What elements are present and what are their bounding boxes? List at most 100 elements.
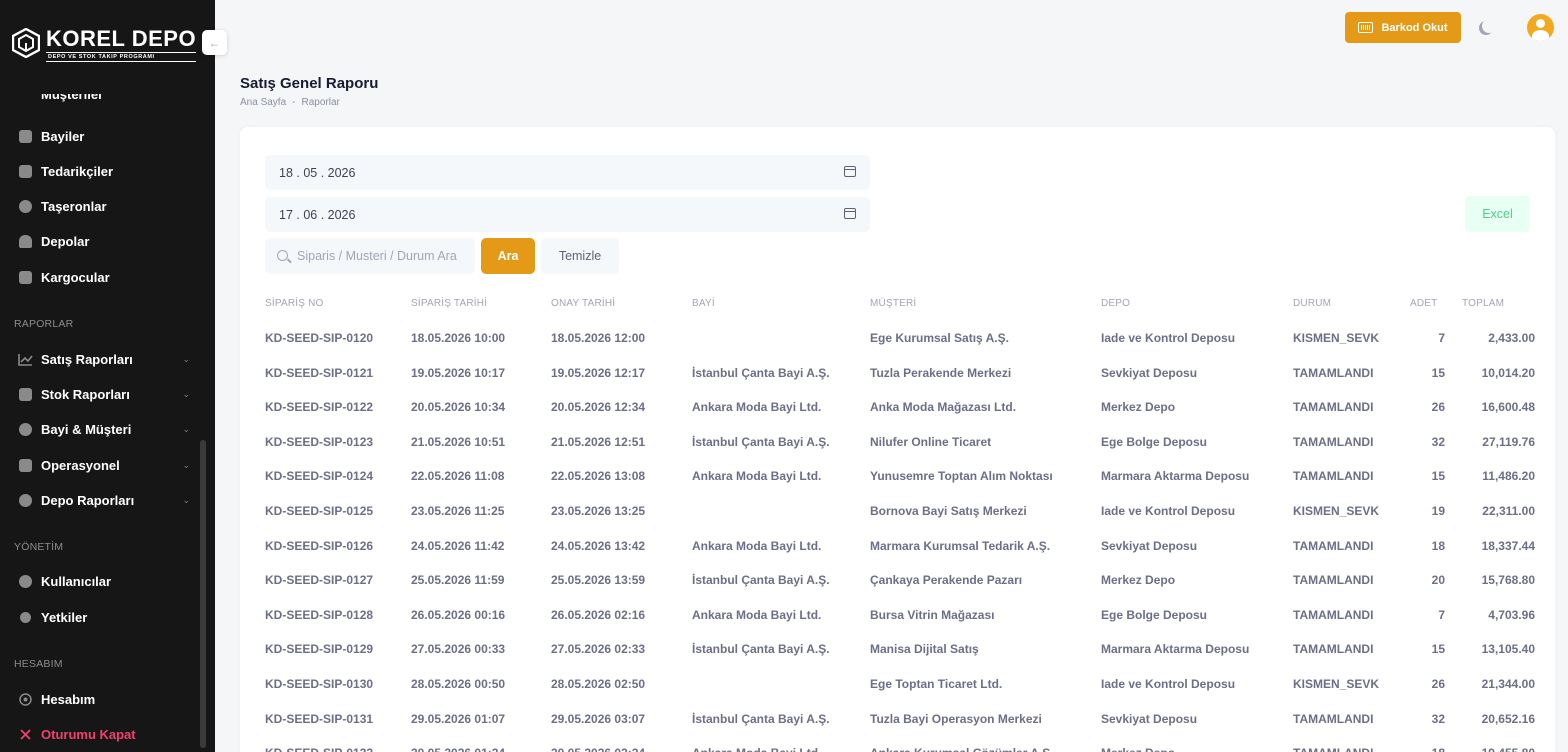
chevron-down-icon: ⌄	[182, 388, 190, 399]
cell-toplam: 20,652.16	[1481, 711, 1535, 726]
sidebar-item-label: Hesabım	[41, 691, 96, 707]
table-row[interactable]: KD-SEED-SIP-0123 21.05.2026 10:51 21.05.20…	[265, 435, 1535, 469]
table-row[interactable]: KD-SEED-SIP-0122 20.05.2026 10:34 20.05.20…	[265, 400, 1535, 434]
table-row[interactable]: KD-SEED-SIP-0124 22.05.2026 11:08 22.05.20…	[265, 469, 1535, 503]
sidebar-item-musteriler-partial[interactable]: Müşteriler	[18, 94, 208, 108]
column-header-depo[interactable]: DEPO	[1101, 298, 1130, 309]
cell-siparis-tarihi: 23.05.2026 11:25	[411, 504, 505, 518]
sidebar-item-bayiler[interactable]: Bayiler	[18, 125, 190, 147]
column-header-siparis-tarihi[interactable]: SİPARİŞ TARİHİ	[411, 298, 487, 309]
warehouse-icon	[18, 493, 33, 508]
sidebar-item-label: Taşeronlar	[41, 198, 107, 214]
arrow-left-icon: ←	[208, 35, 221, 50]
table-row[interactable]: KD-SEED-SIP-0125 23.05.2026 11:25 23.05.20…	[265, 504, 1535, 538]
sidebar-item-kullanicilar[interactable]: Kullanıcılar	[18, 570, 190, 592]
cell-siparis-no: KD-SEED-SIP-0129	[265, 642, 374, 657]
search-input[interactable]	[297, 249, 467, 263]
column-header-toplam[interactable]: TOPLAM	[1462, 298, 1504, 309]
cell-siparis-no: KD-SEED-SIP-0127	[265, 573, 374, 588]
sidebar-item-logout[interactable]: Oturumu Kapat	[18, 723, 190, 745]
cell-toplam: 2,433.00	[1488, 331, 1535, 345]
sidebar-collapse-button[interactable]: ←	[202, 30, 227, 55]
cell-musteri: Yunusemre Toptan Alım Noktası	[870, 469, 1053, 484]
calendar-icon[interactable]	[844, 208, 856, 219]
sidebar-item-satis-raporlari[interactable]: Satış Raporları ⌄	[18, 348, 190, 370]
cell-siparis-no: KD-SEED-SIP-0123	[265, 434, 374, 449]
clear-button[interactable]: Temizle	[541, 238, 619, 274]
table-row[interactable]: KD-SEED-SIP-0126 24.05.2026 11:42 24.05.20…	[265, 539, 1535, 573]
box-icon	[18, 387, 33, 402]
barcode-scan-label: Barkod Okut	[1381, 21, 1448, 34]
cell-musteri: Manisa Dijital Satış	[870, 642, 979, 657]
start-date-input[interactable]: 18 . 05 . 2026	[265, 155, 870, 190]
sidebar-item-label: Kullanıcılar	[41, 573, 112, 589]
brand-logo[interactable]: KOREL DEPO DEPO VE STOK TAKIP PROGRAMI	[12, 28, 197, 62]
table-row[interactable]: KD-SEED-SIP-0130 28.05.2026 00:50 28.05.20…	[265, 677, 1535, 711]
section-label-raporlar: RAPORLAR	[14, 318, 74, 330]
column-header-onay-tarihi[interactable]: ONAY TARİHİ	[551, 298, 615, 309]
sidebar-item-depo-raporlari[interactable]: Depo Raporları ⌄	[18, 489, 190, 511]
table-row[interactable]: KD-SEED-SIP-0131 29.05.2026 01:07 29.05.20…	[265, 712, 1535, 746]
sidebar-item-operasyonel[interactable]: Operasyonel ⌄	[18, 454, 190, 476]
cell-siparis-no: KD-SEED-SIP-0125	[265, 504, 374, 518]
user-avatar[interactable]	[1527, 14, 1554, 41]
column-header-bayi[interactable]: BAYİ	[692, 298, 715, 309]
search-field[interactable]	[265, 238, 475, 274]
column-header-adet[interactable]: ADET	[1410, 298, 1437, 309]
sidebar-item-bayi-musteri[interactable]: Bayi & Müşteri ⌄	[18, 418, 190, 440]
cell-bayi: İstanbul Çanta Bayi A.Ş.	[692, 573, 830, 588]
cell-musteri: Çankaya Perakende Pazarı	[870, 573, 1023, 588]
cell-bayi: Ankara Moda Bayi Ltd.	[692, 538, 822, 553]
cell-siparis-no: KD-SEED-SIP-0124	[265, 469, 374, 484]
end-date-input[interactable]: 17 . 06 . 2026	[265, 197, 870, 232]
sidebar-item-tedarikciler[interactable]: Tedarikçiler	[18, 160, 190, 182]
cell-depo: Merkez Depo	[1101, 573, 1176, 588]
excel-export-button[interactable]: Excel	[1465, 196, 1530, 232]
cell-siparis-no: KD-SEED-SIP-0126	[265, 538, 374, 553]
sidebar-item-depolar[interactable]: Depolar	[18, 230, 190, 252]
table-row[interactable]: KD-SEED-SIP-0121 19.05.2026 10:17 19.05.20…	[265, 366, 1535, 400]
theme-toggle-moon-icon[interactable]	[1482, 19, 1496, 33]
cell-siparis-no: KD-SEED-SIP-0128	[265, 607, 374, 622]
cell-siparis-no: KD-SEED-SIP-0131	[265, 711, 374, 726]
cell-toplam: 15,768.80	[1481, 573, 1535, 588]
table-row[interactable]: KD-SEED-SIP-0128 26.05.2026 00:16 26.05.20…	[265, 608, 1535, 642]
sidebar-item-taseronlar[interactable]: Taşeronlar	[18, 195, 190, 217]
cell-durum: TAMAMLANDI	[1293, 607, 1374, 622]
cell-adet: 15	[1431, 469, 1445, 484]
table-row[interactable]: KD-SEED-SIP-0132 30.05.2026 01:24 30.05.20…	[265, 746, 1535, 752]
column-header-durum[interactable]: DURUM	[1293, 298, 1331, 309]
table-row[interactable]: KD-SEED-SIP-0127 25.05.2026 11:59 25.05.20…	[265, 573, 1535, 607]
end-date-value: 17 . 06 . 2026	[279, 207, 356, 222]
cell-durum: TAMAMLANDI	[1293, 538, 1374, 553]
barcode-scan-button[interactable]: Barkod Okut	[1345, 12, 1461, 43]
cell-siparis-tarihi: 25.05.2026 11:59	[411, 573, 505, 588]
start-date-value: 18 . 05 . 2026	[279, 165, 356, 180]
cell-bayi: İstanbul Çanta Bayi A.Ş.	[692, 365, 830, 380]
cell-onay-tarihi: 21.05.2026 12:51	[551, 434, 646, 449]
cell-adet: 32	[1431, 711, 1445, 726]
cell-adet: 19	[1431, 504, 1445, 518]
store-icon	[18, 129, 33, 144]
cell-onay-tarihi: 22.05.2026 13:08	[551, 469, 646, 484]
cell-toplam: 21,344.00	[1481, 677, 1535, 691]
sidebar-item-kargocular[interactable]: Kargocular	[18, 266, 190, 288]
sidebar-scrollbar[interactable]	[200, 440, 206, 748]
table-row[interactable]: KD-SEED-SIP-0129 27.05.2026 00:33 27.05.20…	[265, 642, 1535, 676]
cell-durum: TAMAMLANDI	[1293, 469, 1374, 484]
calendar-icon[interactable]	[844, 166, 856, 177]
sidebar-item-hesabim[interactable]: Hesabım	[18, 688, 190, 710]
search-button[interactable]: Ara	[481, 238, 535, 274]
sidebar-item-label: Operasyonel	[41, 457, 120, 473]
breadcrumb-home[interactable]: Ana Sayfa	[240, 97, 286, 108]
sidebar-item-stok-raporlari[interactable]: Stok Raporları ⌄	[18, 383, 190, 405]
cell-toplam: 27,119.76	[1482, 434, 1535, 449]
table-row[interactable]: KD-SEED-SIP-0120 18.05.2026 10:00 18.05.20…	[265, 331, 1535, 365]
cell-adet: 15	[1431, 642, 1445, 657]
cell-durum: TAMAMLANDI	[1293, 746, 1373, 752]
column-header-musteri[interactable]: MÜŞTERİ	[870, 298, 916, 309]
column-header-siparis-no[interactable]: SİPARİŞ NO	[265, 298, 324, 309]
sidebar-item-yetkiler[interactable]: Yetkiler	[18, 606, 190, 628]
cell-onay-tarihi: 23.05.2026 13:25	[551, 504, 646, 518]
cell-onay-tarihi: 28.05.2026 02:50	[551, 677, 646, 691]
